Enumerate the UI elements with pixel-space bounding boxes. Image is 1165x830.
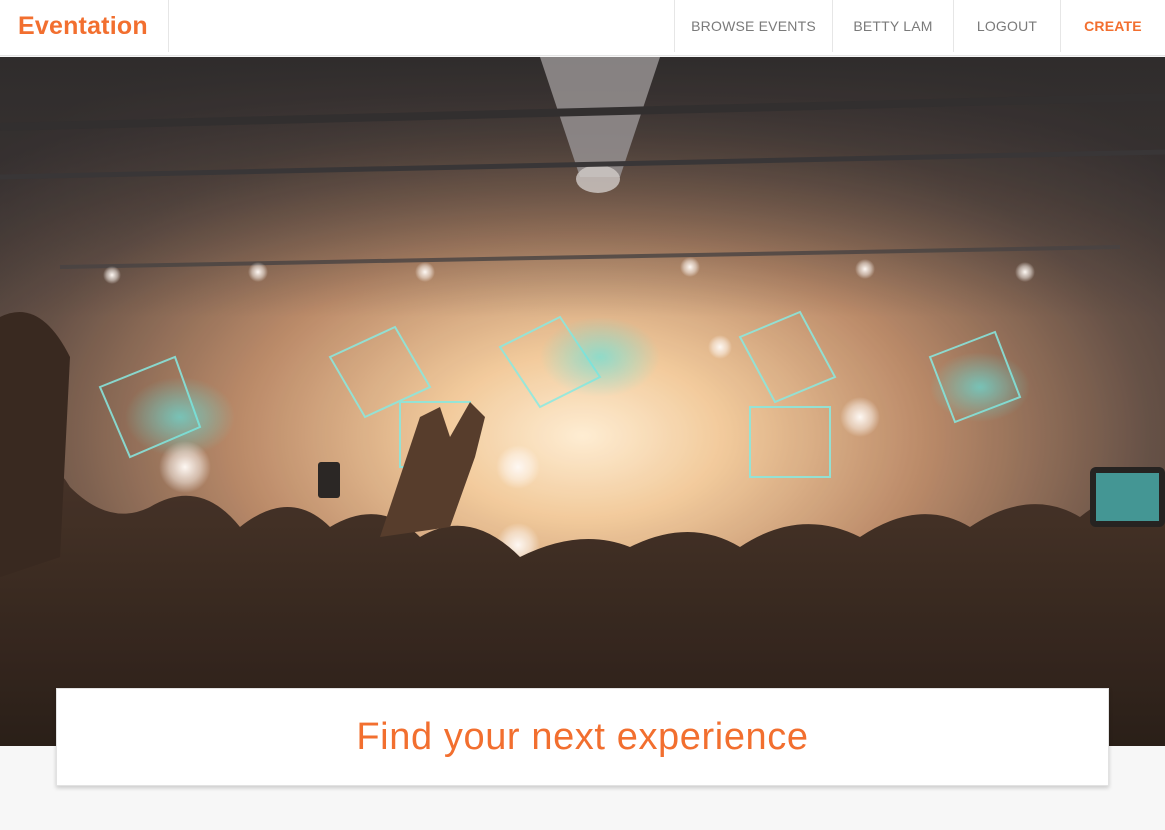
nav-logout[interactable]: LOGOUT (953, 0, 1060, 52)
main-nav: BROWSE EVENTS BETTY LAM LOGOUT CREATE (674, 0, 1165, 52)
search-card[interactable]: Find your next experience (56, 688, 1109, 786)
search-heading: Find your next experience (356, 715, 809, 758)
brand-logo[interactable]: Eventation (0, 0, 169, 52)
nav-user-profile[interactable]: BETTY LAM (832, 0, 953, 52)
top-navigation-bar: Eventation BROWSE EVENTS BETTY LAM LOGOU… (0, 0, 1165, 56)
nav-browse-events[interactable]: BROWSE EVENTS (674, 0, 832, 52)
nav-create-event[interactable]: CREATE (1060, 0, 1165, 52)
hero-concert-image (0, 57, 1165, 746)
brand-name: Eventation (18, 11, 148, 40)
hero-banner (0, 57, 1165, 746)
